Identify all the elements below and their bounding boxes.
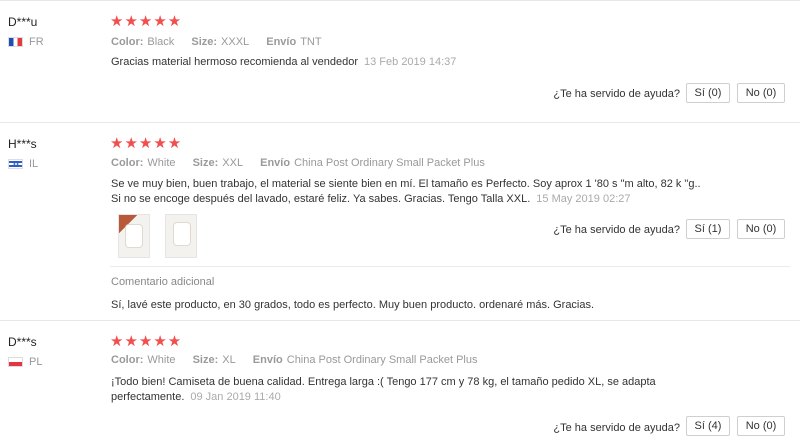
- review-photo-thumbnail[interactable]: [118, 214, 150, 258]
- shipping-value: China Post Ordinary Small Packet Plus: [294, 157, 485, 169]
- review-body-line: Se ve muy bien, buen trabajo, el materia…: [111, 178, 701, 190]
- size-value: XXL: [222, 157, 244, 169]
- israel-flag-icon: [8, 159, 23, 169]
- order-info: Color: White Size: XL Envío China Post Ordi…: [111, 354, 492, 366]
- review-date: 15 May 2019 02:27: [536, 193, 631, 205]
- review-text: Se ve muy bien, buen trabajo, el materia…: [111, 177, 741, 207]
- shipping-label: Envío: [266, 36, 297, 48]
- reviewer-name: D***s: [8, 335, 37, 349]
- size-label: Size:: [191, 36, 218, 48]
- poland-flag-icon: [8, 357, 23, 367]
- shipping-label: Envío: [252, 354, 283, 366]
- reviewer-country: IL: [8, 158, 38, 170]
- order-info: Color: White Size: XXL Envío China Post Ord…: [111, 157, 499, 169]
- review-photo-thumbnail[interactable]: [165, 214, 197, 258]
- review-text: ¡Todo bien! Camiseta de buena calidad. E…: [111, 375, 741, 405]
- reviewer-country: FR: [8, 36, 44, 48]
- country-code: IL: [29, 158, 39, 170]
- review-item: D***u FR ★★★★★ Color: Black Size: XXXL Env…: [0, 0, 800, 123]
- size-label: Size:: [192, 157, 219, 169]
- reviewer-country: PL: [8, 356, 42, 368]
- helpful-yes-button[interactable]: Sí (0): [686, 83, 730, 103]
- order-info: Color: Black Size: XXXL Envío TNT: [111, 36, 336, 48]
- review-date: 09 Jan 2019 11:40: [190, 391, 281, 403]
- helpful-question: ¿Te ha servido de ayuda?: [553, 88, 680, 100]
- color-label: Color:: [111, 36, 144, 48]
- review-body-line: ¡Todo bien! Camiseta de buena calidad. E…: [111, 376, 656, 388]
- size-value: XXXL: [221, 36, 250, 48]
- review-item: H***s IL ★★★★★ Color: White Size: XXL Enví…: [0, 122, 800, 321]
- helpful-question: ¿Te ha servido de ayuda?: [553, 224, 680, 236]
- size-value: XL: [222, 354, 236, 366]
- helpful-no-button[interactable]: No (0): [737, 219, 785, 239]
- country-code: FR: [29, 36, 44, 48]
- shipping-value: TNT: [300, 36, 322, 48]
- color-value: White: [147, 157, 176, 169]
- review-body-line: Si no se encoge después del lavado, esta…: [111, 193, 531, 205]
- size-label: Size:: [192, 354, 219, 366]
- france-flag-icon: [8, 37, 23, 47]
- review-text: Gracias material hermoso recomienda al v…: [111, 55, 741, 70]
- helpful-yes-button[interactable]: Sí (1): [686, 219, 730, 239]
- color-value: White: [147, 354, 176, 366]
- shipping-value: China Post Ordinary Small Packet Plus: [286, 354, 478, 366]
- star-rating: ★★★★★: [110, 135, 183, 152]
- helpful-no-button[interactable]: No (0): [737, 416, 785, 436]
- helpful-no-button[interactable]: No (0): [737, 83, 785, 103]
- star-rating: ★★★★★: [110, 13, 183, 30]
- star-rating: ★★★★★: [110, 333, 183, 350]
- reviewer-name: H***s: [8, 137, 37, 151]
- shipping-label: Envío: [260, 157, 291, 169]
- review-item: D***s PL ★★★★★ Color: White Size: XL Envío…: [0, 320, 800, 438]
- additional-comment-text: Sí, lavé este producto, en 30 grados, to…: [111, 299, 595, 311]
- review-date: 13 Feb 2019 14:37: [364, 56, 457, 68]
- reviewer-name: D***u: [8, 15, 38, 29]
- helpful-yes-button[interactable]: Sí (4): [686, 416, 730, 436]
- country-code: PL: [29, 356, 43, 368]
- additional-divider: [110, 266, 790, 267]
- color-value: Black: [147, 36, 175, 48]
- review-body-line: perfectamente.: [111, 391, 185, 403]
- additional-comment-heading: Comentario adicional: [111, 276, 215, 288]
- color-label: Color:: [111, 157, 144, 169]
- helpful-question: ¿Te ha servido de ayuda?: [553, 422, 680, 434]
- review-body: Gracias material hermoso recomienda al v…: [111, 56, 359, 68]
- color-label: Color:: [111, 354, 144, 366]
